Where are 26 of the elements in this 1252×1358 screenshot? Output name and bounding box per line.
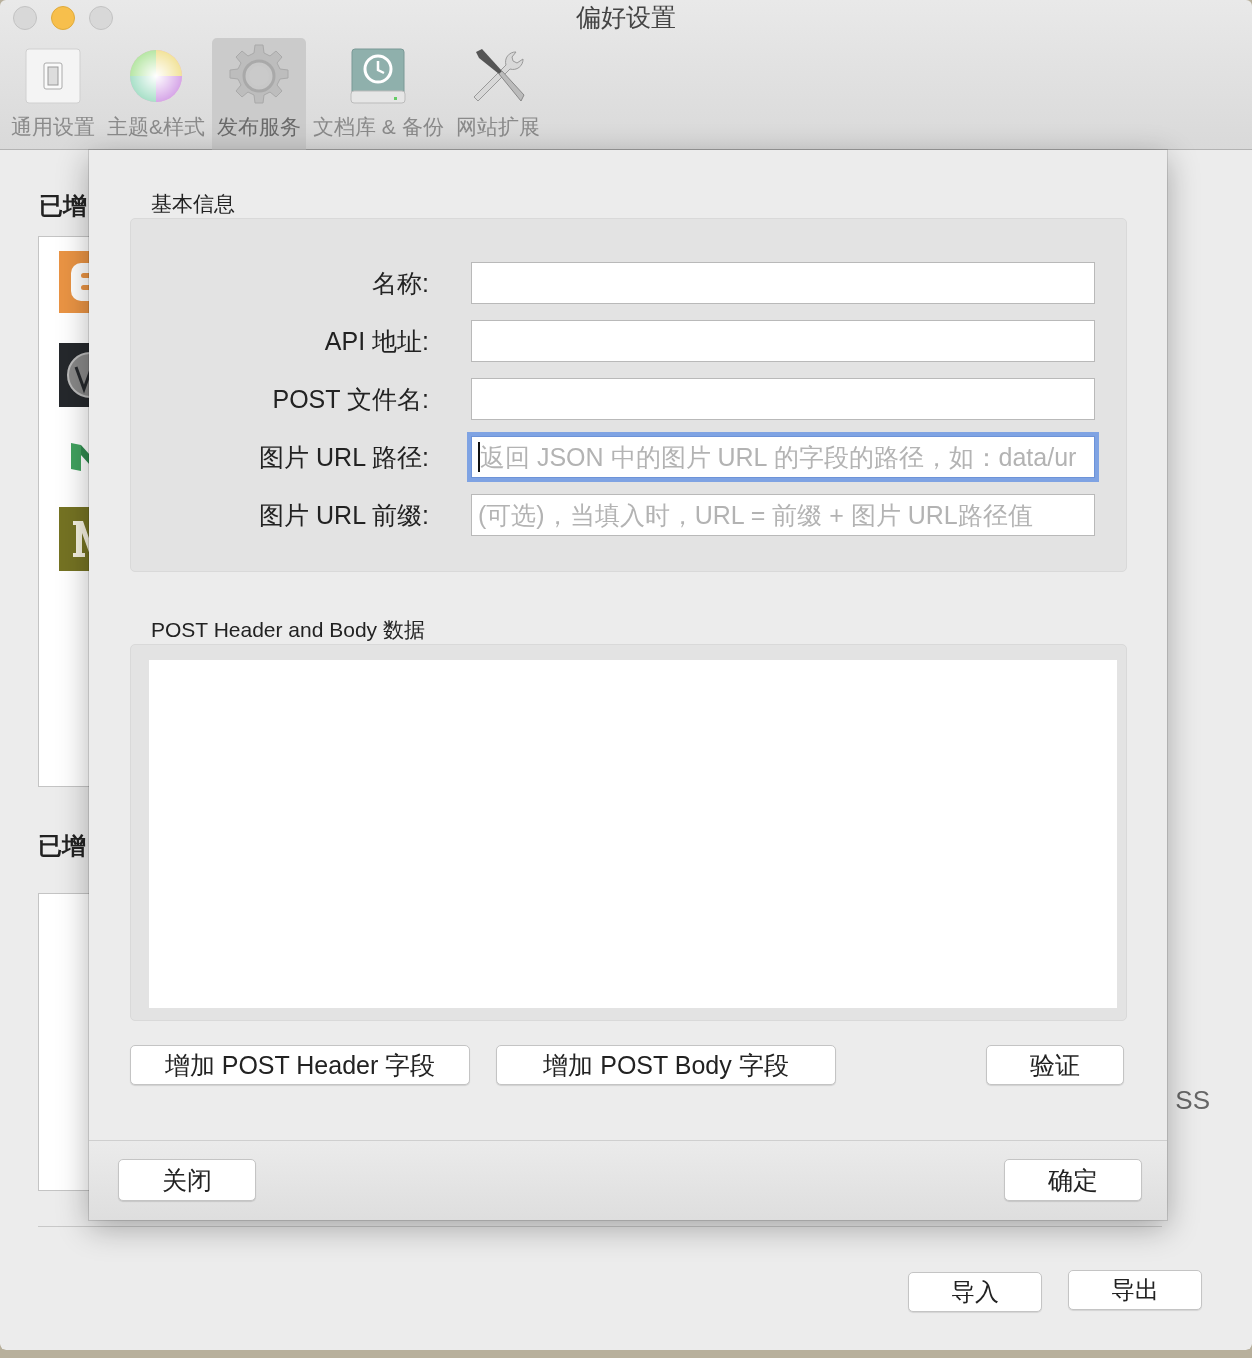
minimize-button[interactable] <box>51 6 75 30</box>
section-heading: 已增 <box>39 191 87 221</box>
clock-drive-icon <box>350 46 407 105</box>
field-label: 名称: <box>371 268 429 299</box>
export-button[interactable]: 导出 <box>1068 1270 1202 1310</box>
zoom-button[interactable] <box>89 6 113 30</box>
add-header-button[interactable]: 增加 POST Header 字段 <box>130 1045 470 1085</box>
add-body-button[interactable]: 增加 POST Body 字段 <box>496 1045 836 1085</box>
field-label: API 地址: <box>323 326 429 357</box>
field-label: POST 文件名: <box>271 384 429 415</box>
input-field[interactable] <box>471 320 1095 362</box>
import-button[interactable]: 导入 <box>908 1272 1042 1312</box>
field-label: 图片 URL 前缀: <box>258 500 429 531</box>
light-switch-icon <box>25 47 81 104</box>
section-heading: 已增 <box>38 831 86 861</box>
section-label: 基本信息 <box>150 191 236 217</box>
window-title: 偏好设置 <box>576 3 676 31</box>
input-field[interactable] <box>471 262 1095 304</box>
close-button[interactable]: 关闭 <box>118 1159 256 1201</box>
service-label: SS <box>1174 1085 1210 1116</box>
close-button[interactable] <box>13 6 37 30</box>
verify-button[interactable]: 验证 <box>986 1045 1124 1085</box>
confirm-button[interactable]: 确定 <box>1004 1159 1142 1201</box>
section-label: POST Header and Body 数据 <box>150 617 426 643</box>
input-field[interactable] <box>471 378 1095 420</box>
field-label: 图片 URL 路径: <box>258 442 429 473</box>
